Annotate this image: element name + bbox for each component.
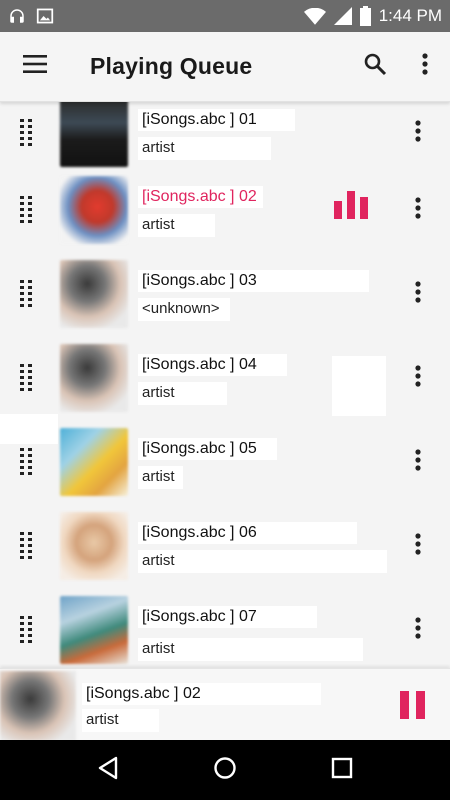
pause-button[interactable] [392,687,432,723]
album-art [60,176,128,244]
home-button[interactable] [195,740,255,800]
pause-icon [399,691,425,719]
status-bar: 1:44 PM [0,0,450,32]
page-title: Playing Queue [90,53,253,79]
drag-handle-icon[interactable] [20,196,40,224]
song-title: [iSongs.abc ] 04 [138,354,287,376]
queue-item[interactable]: [iSongs.abc ] 07 artist [0,588,450,668]
status-time: 1:44 PM [378,6,442,25]
search-icon [363,52,387,81]
song-artist: artist [138,382,227,405]
blur-redaction [0,414,58,444]
song-options-button[interactable] [398,190,438,230]
mini-player[interactable]: [iSongs.abc ] 02 artist [0,668,450,741]
queue-item[interactable]: [iSongs.abc ] 05 artist [0,414,450,504]
album-art [60,512,128,580]
song-title: [iSongs.abc ] 02 [138,186,263,208]
song-title: [iSongs.abc ] 01 [138,109,295,131]
recents-button[interactable] [312,740,372,800]
more-vert-icon [422,53,428,80]
song-options-button[interactable] [398,113,438,153]
queue-item[interactable]: [iSongs.abc ] 06 artist [0,504,450,588]
more-vert-icon [415,364,421,392]
search-button[interactable] [350,32,400,102]
queue-item[interactable]: [iSongs.abc ] 04 artist [0,336,450,420]
song-options-button[interactable] [398,526,438,566]
song-title: [iSongs.abc ] 07 [138,606,317,628]
battery-icon [359,6,371,26]
overflow-menu-button[interactable] [400,32,450,102]
system-nav-bar [0,740,450,800]
song-artist: artist [138,638,363,661]
song-options-button[interactable] [398,610,438,650]
home-icon [213,756,237,785]
now-playing-equalizer-icon [334,191,370,224]
song-options-button[interactable] [398,358,438,398]
drag-handle-icon[interactable] [20,364,40,392]
drag-handle-icon[interactable] [20,448,40,476]
song-artist: artist [138,550,387,573]
headphones-icon [8,7,26,25]
mini-player-album-art [0,671,76,741]
song-title: [iSongs.abc ] 05 [138,438,277,460]
drag-handle-icon[interactable] [20,532,40,560]
app-bar: Playing Queue [0,32,450,102]
song-options-button[interactable] [398,442,438,482]
song-artist: artist [138,137,271,160]
back-icon [96,756,120,785]
song-title: [iSongs.abc ] 03 [138,270,369,292]
mini-player-title: [iSongs.abc ] 02 [82,683,321,705]
song-options-button[interactable] [398,274,438,314]
drag-handle-icon[interactable] [20,119,40,147]
song-artist: artist [138,466,183,489]
recents-icon [331,757,353,784]
hamburger-menu-icon [23,55,47,78]
album-art [60,260,128,328]
wifi-icon [303,7,326,25]
more-vert-icon [415,119,421,147]
blur-redaction [332,356,386,416]
image-icon [36,8,54,24]
queue-item[interactable]: [iSongs.abc ] 01 artist [0,102,450,175]
playing-queue-list[interactable]: [iSongs.abc ] 01 artist [iSongs.abc ] 02… [0,102,450,668]
more-vert-icon [415,280,421,308]
queue-item-now-playing[interactable]: [iSongs.abc ] 02 artist [0,168,450,252]
song-artist: <unknown> [138,298,230,321]
more-vert-icon [415,196,421,224]
song-title: [iSongs.abc ] 06 [138,522,357,544]
back-button[interactable] [78,740,138,800]
album-art [60,102,128,167]
album-art [60,596,128,664]
more-vert-icon [415,532,421,560]
drag-handle-icon[interactable] [20,616,40,644]
song-artist: artist [138,214,215,237]
album-art [60,344,128,412]
album-art [60,428,128,496]
queue-item[interactable]: [iSongs.abc ] 03 <unknown> [0,252,450,336]
mini-player-artist: artist [82,709,159,732]
drag-handle-icon[interactable] [20,280,40,308]
menu-button[interactable] [0,32,70,102]
more-vert-icon [415,616,421,644]
more-vert-icon [415,448,421,476]
signal-icon [333,7,352,25]
